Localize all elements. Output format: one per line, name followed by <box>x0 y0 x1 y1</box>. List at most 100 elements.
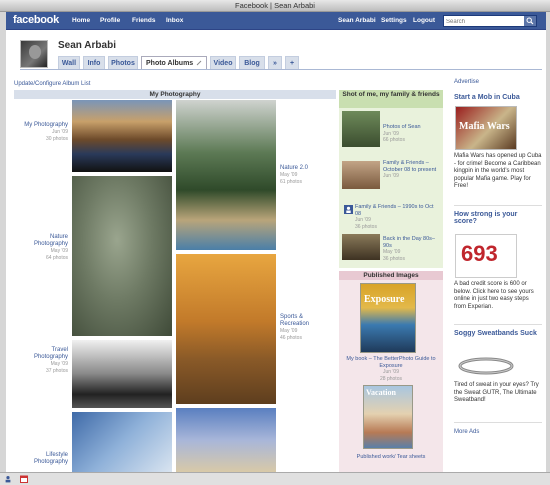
avatar[interactable] <box>20 40 48 68</box>
profile-name: Sean Arbabi <box>58 40 116 51</box>
tab-blog[interactable]: Blog <box>239 56 265 69</box>
album-caption-sports-recreation[interactable]: Sports & Recreation May '09 46 photos <box>280 314 332 342</box>
album-caption-travel-photography[interactable]: Travel Photography May '09 37 photos <box>16 347 68 375</box>
album-title[interactable]: Travel Photography <box>16 347 68 361</box>
tab-video[interactable]: Video <box>210 56 236 69</box>
tab-photos[interactable]: Photos <box>108 56 138 69</box>
album-count: 28 photos <box>380 375 402 382</box>
album-count: 36 photos <box>355 223 377 230</box>
ad-image-text: Mafia Wars <box>459 121 510 132</box>
album-caption-my-photography[interactable]: My Photography Jun '09 30 photos <box>16 122 68 143</box>
book-cover-exposure[interactable]: Exposure <box>360 283 416 353</box>
tab-divider <box>20 69 542 70</box>
album-date: May '09 <box>280 172 298 178</box>
album-count: 36 photos <box>383 255 405 262</box>
album-title[interactable]: Family & Friends – October 08 to present <box>383 160 441 173</box>
album-title[interactable]: Family & Friends – 1990s to Oct 08 <box>355 204 441 217</box>
ad-divider <box>454 422 542 423</box>
album-thumb-photos-of-sean[interactable] <box>342 111 380 147</box>
tab-wall[interactable]: Wall <box>58 56 80 69</box>
album-title[interactable]: Sports & Recreation <box>280 314 332 328</box>
album-cover-extra-album[interactable] <box>176 408 276 472</box>
tab-photo-albums[interactable]: Photo Albums <box>141 56 207 69</box>
ad-image-credit-score[interactable]: 693 <box>455 234 517 278</box>
album-title[interactable]: My Photography <box>16 122 68 129</box>
published-panel-title: Published Images <box>339 271 443 280</box>
album-cover-travel-photography[interactable] <box>72 340 172 408</box>
ad-body-credit-score[interactable]: A bad credit score is 600 or below. Clic… <box>454 281 542 311</box>
nav-home[interactable]: Home <box>72 17 90 24</box>
window-title-bar: Facebook | Sean Arbabi <box>0 0 550 12</box>
album-count: 37 photos <box>46 368 68 374</box>
album-title[interactable]: Nature Photography <box>16 234 68 248</box>
album-date: May '09 <box>50 361 68 367</box>
album-date: Jun '09 <box>52 129 68 135</box>
ad-title-mafia-wars[interactable]: Start a Mob in Cuba <box>454 94 542 101</box>
tab-photo-albums-label: Photo Albums <box>146 60 194 67</box>
browser-status-bar <box>0 472 550 485</box>
ad-body-mafia-wars[interactable]: Mafia Wars has opened up Cuba - for crim… <box>454 153 542 191</box>
album-cover-my-photography[interactable] <box>72 100 172 172</box>
facebook-logo[interactable]: facebook <box>13 14 59 26</box>
nav-inbox[interactable]: Inbox <box>166 17 183 24</box>
nav-profile[interactable]: Profile <box>100 17 120 24</box>
album-caption-nature-photography[interactable]: Nature Photography May '09 64 photos <box>16 234 68 262</box>
album-caption-nature-2[interactable]: Nature 2.0 May '09 61 photos <box>280 165 332 186</box>
album-thumb-family-oct08[interactable] <box>342 161 380 189</box>
album-date: May '09 <box>280 328 298 334</box>
album-title[interactable]: My book – The BetterPhoto Guide to Expos… <box>342 356 440 369</box>
album-count: 66 photos <box>383 137 405 143</box>
search-icon <box>526 17 534 25</box>
ad-title-credit-score[interactable]: How strong is your score? <box>454 211 542 225</box>
album-family-1990s[interactable]: Family & Friends – 1990s to Oct 08 Jun '… <box>355 204 441 230</box>
ad-image-sweatband[interactable] <box>455 353 517 379</box>
browser-window: facebook Home Profile Friends Inbox Sean… <box>6 12 546 472</box>
search-input[interactable] <box>446 17 518 26</box>
album-cover-nature-2[interactable] <box>176 100 276 250</box>
nav-friends[interactable]: Friends <box>132 17 155 24</box>
album-caption-lifestyle-photography[interactable]: Lifestyle Photography <box>16 452 68 466</box>
album-title[interactable]: Published work/ Tear sheets <box>342 454 440 461</box>
nav-user-name[interactable]: Sean Arbabi <box>338 17 376 24</box>
update-album-list-link[interactable]: Update/Configure Album List <box>14 81 90 87</box>
ad-image-mafia-wars[interactable]: Mafia Wars <box>455 106 517 150</box>
ad-body-sweatband[interactable]: Tired of sweat in your eyes? Try the Swe… <box>454 382 542 405</box>
album-cover-lifestyle-photography[interactable] <box>72 412 172 472</box>
album-date: Jun '09 <box>383 173 399 179</box>
album-title[interactable]: Lifestyle Photography <box>16 452 68 466</box>
album-title[interactable]: Nature 2.0 <box>280 165 332 172</box>
search-button[interactable] <box>524 16 536 26</box>
magazine-cover-vacation[interactable]: Vacation <box>363 385 413 449</box>
album-family-oct08[interactable]: Family & Friends – October 08 to present… <box>383 160 441 180</box>
published-book-caption[interactable]: My book – The BetterPhoto Guide to Expos… <box>342 356 440 382</box>
ad-title-sweatband[interactable]: Soggy Sweatbands Suck <box>454 330 542 337</box>
album-count: 46 photos <box>280 335 302 341</box>
people-icon <box>344 205 353 214</box>
pencil-icon[interactable] <box>196 60 202 66</box>
published-tearsheets-caption[interactable]: Published work/ Tear sheets <box>342 454 440 461</box>
advertise-link[interactable]: Advertise <box>454 79 479 87</box>
album-cover-sports-recreation[interactable] <box>176 254 276 404</box>
calendar-icon[interactable] <box>20 475 28 483</box>
album-photos-of-sean[interactable]: Photos of Sean Jun '09 66 photos <box>383 124 441 144</box>
section-title: My Photography <box>14 90 336 99</box>
tab-more-chevron[interactable]: » <box>268 56 282 69</box>
tab-info[interactable]: Info <box>83 56 105 69</box>
magazine-cover-title: Vacation <box>366 388 396 397</box>
people-icon[interactable] <box>4 475 12 483</box>
album-cover-nature-photography[interactable] <box>72 176 172 336</box>
search-box <box>443 15 537 27</box>
more-ads-link[interactable]: More Ads <box>454 429 479 437</box>
album-thumb-back-in-the-day[interactable] <box>342 234 380 260</box>
album-title[interactable]: Back in the Day 80s–90s <box>383 236 441 249</box>
nav-logout[interactable]: Logout <box>413 17 435 24</box>
tab-add[interactable]: + <box>285 56 299 69</box>
album-back-in-the-day[interactable]: Back in the Day 80s–90s May '09 36 photo… <box>383 236 441 262</box>
album-count: 30 photos <box>46 136 68 142</box>
album-count: 61 photos <box>280 179 302 185</box>
facebook-top-bar: facebook Home Profile Friends Inbox Sean… <box>6 12 546 30</box>
window-title: Facebook | Sean Arbabi <box>235 1 315 10</box>
album-count: 64 photos <box>46 255 68 261</box>
book-cover-title: Exposure <box>364 294 405 305</box>
nav-settings[interactable]: Settings <box>381 17 407 24</box>
